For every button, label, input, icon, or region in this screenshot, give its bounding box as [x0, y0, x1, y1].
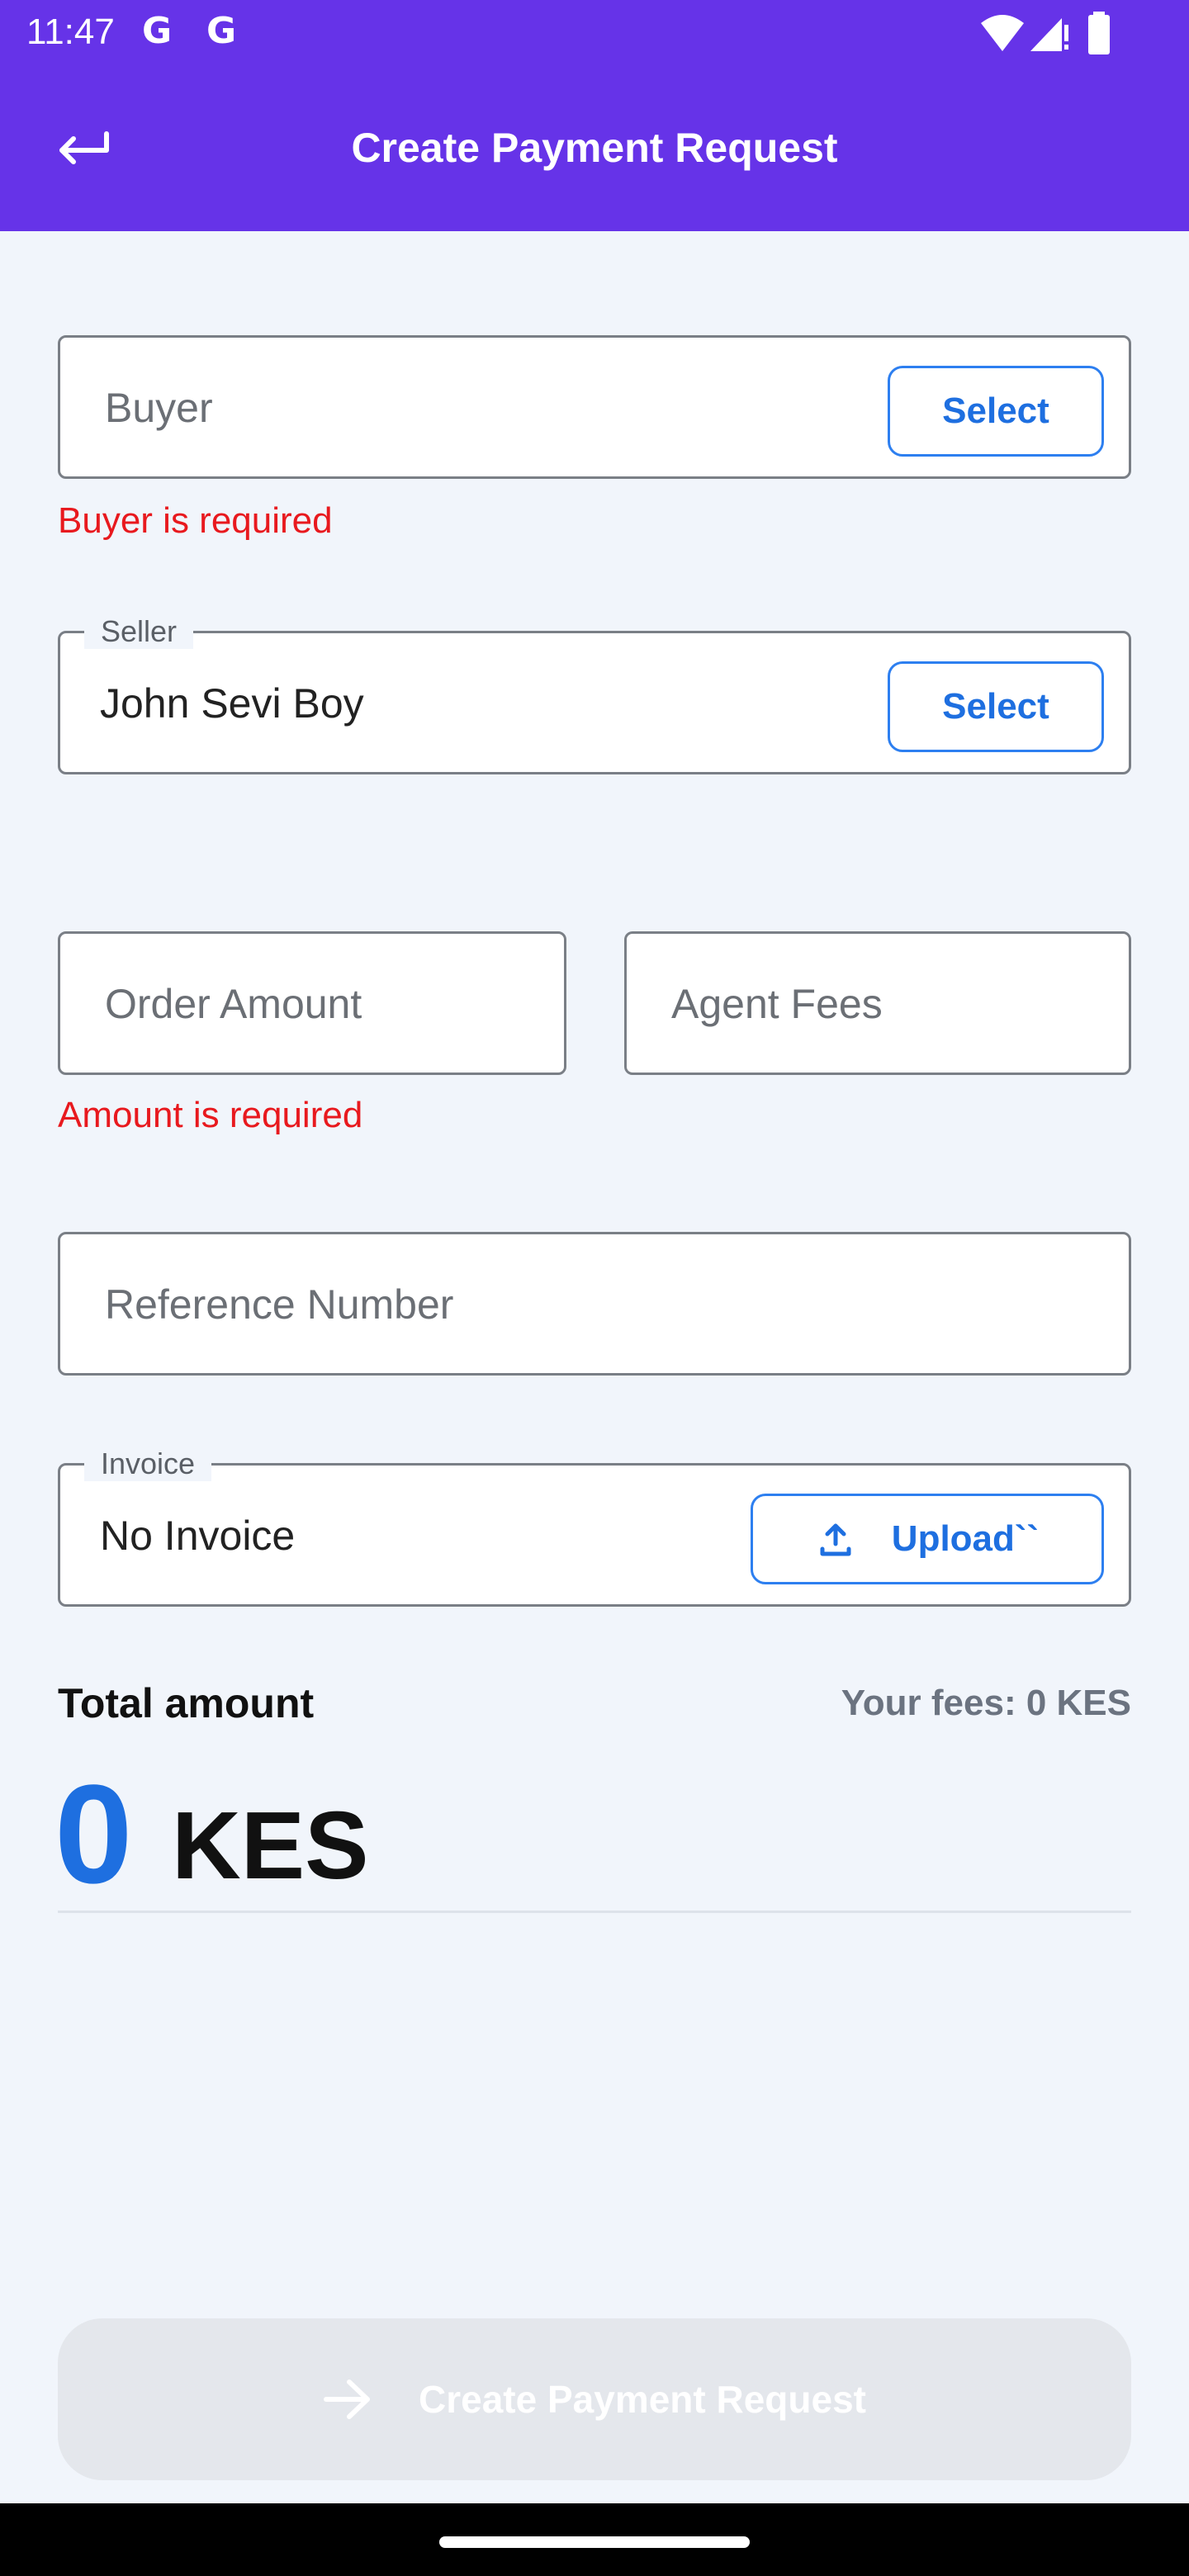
- buyer-error: Buyer is required: [58, 500, 333, 541]
- invoice-field: No Invoice Upload``: [58, 1463, 1131, 1607]
- home-gesture-handle[interactable]: [439, 2536, 750, 2548]
- order-amount-placeholder: Order Amount: [105, 981, 362, 1027]
- total-amount-value: 0: [54, 1756, 133, 1913]
- amount-error: Amount is required: [58, 1095, 363, 1135]
- seller-select-button[interactable]: Select: [888, 661, 1104, 752]
- status-bar: 11:47 G G: [0, 0, 1189, 71]
- seller-field[interactable]: John Sevi Boy Select: [58, 631, 1131, 774]
- seller-label: Seller: [84, 614, 194, 649]
- wifi-icon: [981, 15, 1024, 51]
- arrow-right-icon: [324, 2379, 370, 2419]
- create-payment-request-button[interactable]: Create Payment Request: [58, 2318, 1131, 2480]
- invoice-label: Invoice: [84, 1447, 212, 1481]
- upload-button[interactable]: Upload``: [751, 1494, 1104, 1584]
- reference-number-field[interactable]: Reference Number: [58, 1232, 1131, 1376]
- buyer-select-button[interactable]: Select: [888, 366, 1104, 457]
- your-fees-text: Your fees: 0 KES: [841, 1683, 1131, 1723]
- status-time: 11:47: [26, 12, 115, 52]
- google-notification-icon: G: [206, 10, 237, 52]
- cellular-signal-icon: [1030, 18, 1068, 51]
- battery-icon: [1088, 12, 1110, 54]
- total-amount-label: Total amount: [58, 1680, 315, 1726]
- total-currency: KES: [172, 1792, 369, 1899]
- buyer-placeholder: Buyer: [105, 385, 213, 431]
- upload-label: Upload``: [891, 1518, 1040, 1559]
- divider: [58, 1911, 1131, 1913]
- invoice-value: No Invoice: [100, 1513, 296, 1559]
- order-amount-field[interactable]: Order Amount: [58, 931, 566, 1075]
- agent-fees-placeholder: Agent Fees: [671, 981, 883, 1027]
- page-title: Create Payment Request: [351, 125, 838, 171]
- agent-fees-field[interactable]: Agent Fees: [624, 931, 1131, 1075]
- buyer-field[interactable]: Buyer Select: [58, 335, 1131, 479]
- seller-value: John Sevi Boy: [100, 680, 364, 727]
- reference-number-placeholder: Reference Number: [105, 1281, 454, 1328]
- upload-icon: [820, 1523, 851, 1556]
- navigation-bar: [0, 2503, 1189, 2576]
- create-payment-request-label: Create Payment Request: [419, 2378, 866, 2421]
- google-notification-icon: G: [142, 10, 173, 52]
- app-bar: Create Payment Request: [0, 71, 1189, 231]
